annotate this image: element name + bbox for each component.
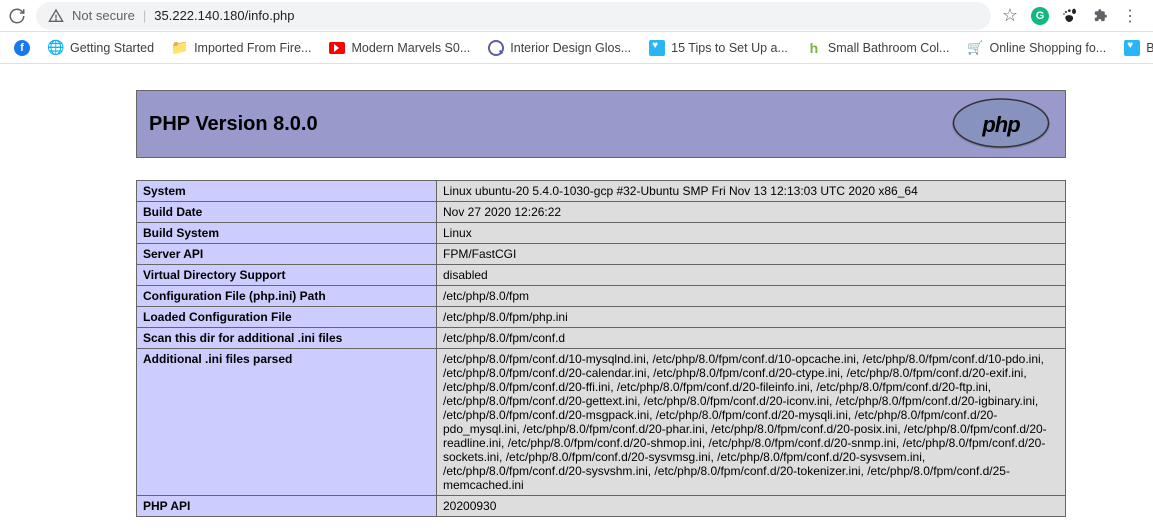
gnome-foot-icon[interactable] [1061, 7, 1079, 25]
bookmarks-bar: f🌐Getting Started📁Imported From Fire... M… [0, 32, 1153, 64]
php-logo-icon: php [949, 98, 1053, 150]
table-row: Scan this dir for additional .ini files/… [137, 328, 1066, 349]
bookmark-label: Interior Design Glos... [510, 41, 631, 55]
table-row: Server APIFPM/FastCGI [137, 244, 1066, 265]
bookmark-label: Basic In [1146, 41, 1153, 55]
info-key: Configuration File (php.ini) Path [137, 286, 437, 307]
bookmark-label: Online Shopping fo... [989, 41, 1106, 55]
info-key: Build Date [137, 202, 437, 223]
table-row: Virtual Directory Supportdisabled [137, 265, 1066, 286]
bookmark-item[interactable]: 📁Imported From Fire... [166, 36, 317, 60]
extensions-icon[interactable] [1091, 7, 1109, 25]
bookmark-item[interactable]: 🛒Online Shopping fo... [961, 36, 1112, 60]
info-value: /etc/php/8.0/fpm/conf.d [437, 328, 1066, 349]
bookmark-item[interactable]: hSmall Bathroom Col... [800, 36, 956, 60]
info-value: 20200930 [437, 496, 1066, 517]
phpinfo-table: SystemLinux ubuntu-20 5.4.0-1030-gcp #32… [136, 180, 1066, 517]
not-secure-icon [48, 8, 64, 24]
menu-dots-icon[interactable]: ⋮ [1121, 7, 1139, 25]
bookmark-label: Small Bathroom Col... [828, 41, 950, 55]
bookmark-label: Modern Marvels S0... [351, 41, 470, 55]
bookmark-star-icon[interactable]: ☆ [1001, 7, 1019, 25]
info-key: Scan this dir for additional .ini files [137, 328, 437, 349]
table-row: SystemLinux ubuntu-20 5.4.0-1030-gcp #32… [137, 181, 1066, 202]
info-value: /etc/php/8.0/fpm/php.ini [437, 307, 1066, 328]
table-row: Loaded Configuration File/etc/php/8.0/fp… [137, 307, 1066, 328]
reload-icon[interactable] [8, 7, 26, 25]
bookmark-item[interactable]: 🌐Getting Started [42, 36, 160, 60]
bookmark-item[interactable]: Interior Design Glos... [482, 36, 637, 60]
info-key: Additional .ini files parsed [137, 349, 437, 496]
bookmark-item[interactable]: Modern Marvels S0... [323, 36, 476, 60]
bookmark-label: 15 Tips to Set Up a... [671, 41, 788, 55]
info-key: Virtual Directory Support [137, 265, 437, 286]
info-value: /etc/php/8.0/fpm/conf.d/10-mysqlnd.ini, … [437, 349, 1066, 496]
info-value: /etc/php/8.0/fpm [437, 286, 1066, 307]
page-content: PHP Version 8.0.0 php SystemLinux ubuntu… [0, 64, 1153, 517]
bookmark-item[interactable]: 15 Tips to Set Up a... [643, 36, 794, 60]
not-secure-label: Not secure [72, 8, 135, 23]
php-version-title: PHP Version 8.0.0 [149, 113, 318, 136]
table-row: Build SystemLinux [137, 223, 1066, 244]
separator: | [143, 8, 146, 23]
info-value: Nov 27 2020 12:26:22 [437, 202, 1066, 223]
address-box[interactable]: Not secure | 35.222.140.180/info.php [36, 2, 991, 30]
info-key: System [137, 181, 437, 202]
grammarly-icon[interactable]: G [1031, 7, 1049, 25]
info-value: FPM/FastCGI [437, 244, 1066, 265]
php-header: PHP Version 8.0.0 php [136, 90, 1066, 158]
info-value: Linux ubuntu-20 5.4.0-1030-gcp #32-Ubunt… [437, 181, 1066, 202]
info-key: Build System [137, 223, 437, 244]
table-row: Build DateNov 27 2020 12:26:22 [137, 202, 1066, 223]
svg-text:php: php [981, 112, 1020, 137]
info-value: Linux [437, 223, 1066, 244]
bookmark-item[interactable]: Basic In [1118, 36, 1153, 60]
extension-icons: ☆ G ⋮ [1001, 7, 1145, 25]
info-value: disabled [437, 265, 1066, 286]
browser-address-bar: Not secure | 35.222.140.180/info.php ☆ G… [0, 0, 1153, 32]
bookmark-label: Imported From Fire... [194, 41, 311, 55]
info-key: Server API [137, 244, 437, 265]
bookmark-item[interactable]: f [8, 36, 36, 60]
table-row: Additional .ini files parsed/etc/php/8.0… [137, 349, 1066, 496]
info-key: Loaded Configuration File [137, 307, 437, 328]
table-row: Configuration File (php.ini) Path/etc/ph… [137, 286, 1066, 307]
table-row: PHP API20200930 [137, 496, 1066, 517]
url-text: 35.222.140.180/info.php [154, 8, 294, 23]
bookmark-label: Getting Started [70, 41, 154, 55]
info-key: PHP API [137, 496, 437, 517]
